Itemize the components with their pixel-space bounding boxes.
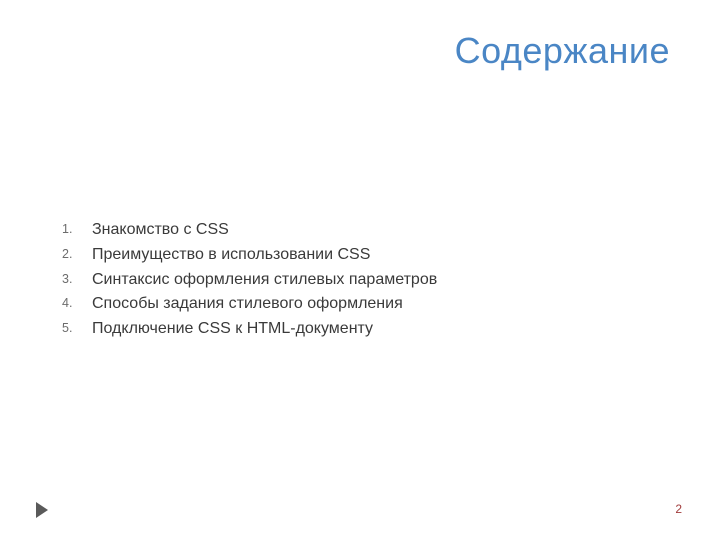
list-item: Синтаксис оформления стилевых параметров [62, 268, 437, 293]
table-of-contents: Знакомство с CSS Преимущество в использо… [62, 218, 437, 342]
list-item: Преимущество в использовании CSS [62, 243, 437, 268]
page-number: 2 [675, 502, 682, 516]
list-item: Способы задания стилевого оформления [62, 292, 437, 317]
next-slide-icon[interactable] [36, 502, 48, 518]
list-item: Знакомство с CSS [62, 218, 437, 243]
page-title: Содержание [455, 30, 670, 72]
list-item: Подключение CSS к HTML-документу [62, 317, 437, 342]
